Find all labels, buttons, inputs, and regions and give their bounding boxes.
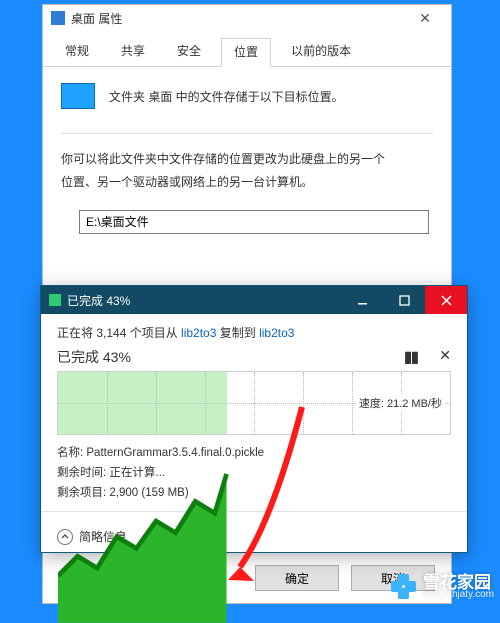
path-input[interactable] bbox=[79, 210, 429, 234]
watermark-url: www.xhjaty.com bbox=[423, 590, 494, 601]
dest-link[interactable]: lib2to3 bbox=[259, 326, 294, 340]
transfer-summary: 正在将 3,144 个项目从 lib2to3 复制到 lib2to3 bbox=[57, 324, 451, 341]
close-button[interactable] bbox=[425, 286, 467, 314]
folder-icon bbox=[51, 11, 65, 25]
window-title: 桌面 属性 bbox=[71, 10, 122, 27]
copy-titlebar[interactable]: 已完成 43% bbox=[41, 286, 467, 314]
copy-dialog: 已完成 43% 正在将 3,144 个项目从 lib2to3 复制到 lib2t… bbox=[40, 285, 468, 553]
info-text: 文件夹 桌面 中的文件存储于以下目标位置。 bbox=[109, 88, 344, 105]
properties-tabs: 常规 共享 安全 位置 以前的版本 bbox=[43, 31, 451, 67]
copy-app-icon bbox=[49, 294, 61, 306]
copy-body: 正在将 3,144 个项目从 lib2to3 复制到 lib2to3 已完成 4… bbox=[41, 314, 467, 520]
tab-location[interactable]: 位置 bbox=[221, 38, 271, 67]
speed-chart: 速度: 21.2 MB/秒 bbox=[57, 371, 451, 435]
pause-button[interactable]: ▮▮ bbox=[404, 347, 418, 367]
tab-general[interactable]: 常规 bbox=[53, 38, 101, 67]
drive-icon bbox=[61, 83, 95, 109]
properties-titlebar[interactable]: 桌面 属性 ✕ bbox=[43, 5, 451, 31]
tab-previous[interactable]: 以前的版本 bbox=[279, 38, 363, 67]
cancel-transfer-button[interactable]: ✕ bbox=[439, 347, 451, 367]
watermark-logo-icon bbox=[391, 574, 417, 600]
description-text: 你可以将此文件夹中文件存储的位置更改为此硬盘上的另一个 位置、另一个驱动器或网络… bbox=[61, 148, 433, 194]
tab-security[interactable]: 安全 bbox=[165, 38, 213, 67]
watermark: 雪花家园 www.xhjaty.com bbox=[391, 574, 494, 600]
minimize-button[interactable] bbox=[341, 286, 383, 314]
progress-text: 已完成 43% bbox=[57, 347, 131, 367]
copy-title: 已完成 43% bbox=[67, 292, 130, 309]
speed-label: 速度: 21.2 MB/秒 bbox=[357, 394, 444, 412]
tab-sharing[interactable]: 共享 bbox=[109, 38, 157, 67]
source-link[interactable]: lib2to3 bbox=[181, 326, 216, 340]
close-button[interactable]: ✕ bbox=[407, 7, 443, 29]
maximize-button[interactable] bbox=[383, 286, 425, 314]
